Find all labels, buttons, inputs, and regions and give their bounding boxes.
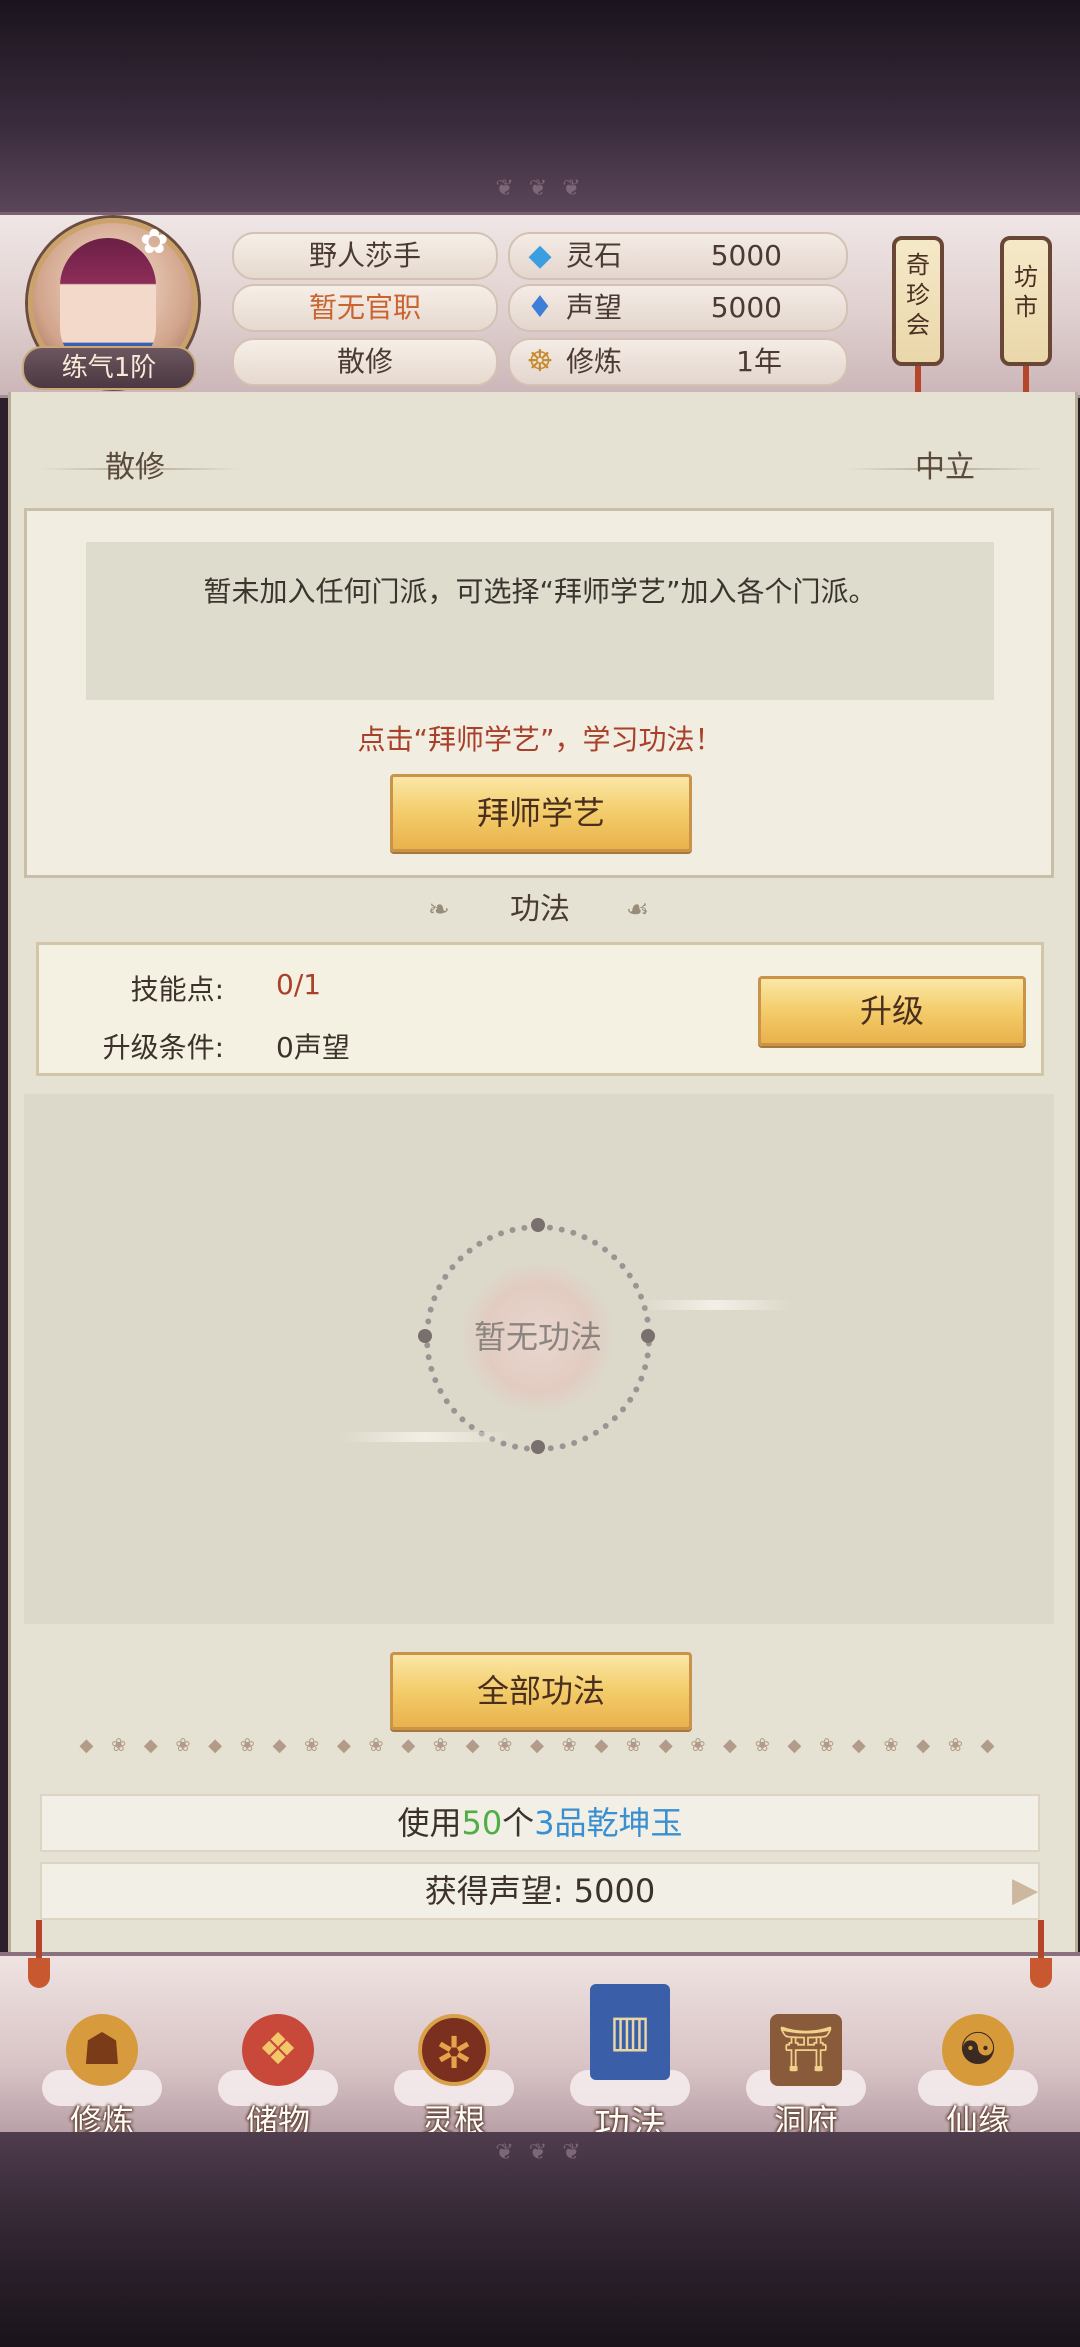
cloud-decoration (340, 1432, 510, 1442)
nav-fortune[interactable]: ☯ 仙缘 (908, 1970, 1048, 2150)
spirit-root-icon: ✲ (418, 2014, 490, 2086)
nav-cave[interactable]: ⛩ 洞府 (736, 1970, 876, 2150)
offer-item: 3品乾坤玉 (534, 1804, 683, 1842)
resource-spirit-stone: ◆ 灵石 5000 (508, 232, 848, 280)
upgrade-condition-label: 升级条件: (102, 1031, 224, 1064)
bottom-ornament: ❦ ❦ ❦ (495, 2140, 585, 2165)
reputation-icon: ♦ (526, 290, 554, 325)
offer-reward[interactable]: 获得声望: 5000 (40, 1862, 1040, 1920)
upgrade-condition-value: 0声望 (276, 1031, 350, 1064)
top-ornament: ❦ ❦ ❦ (495, 176, 585, 201)
resource-label: 声望 (566, 291, 623, 324)
faction-label: 散修 (232, 338, 498, 386)
spirit-stone-icon: ◆ (528, 238, 552, 273)
ring-dot (531, 1440, 545, 1454)
nav-skills[interactable]: ▥ 功法 (560, 1950, 700, 2146)
empty-skills-text: 暂无功法 (473, 1318, 602, 1356)
exchange-offer: 使用50个3品乾坤玉 (40, 1794, 1040, 1852)
market-button[interactable]: 坊 市 (1000, 236, 1052, 366)
next-arrow-icon[interactable]: ▶ (1012, 1870, 1038, 1910)
cultivation-icon: ☸ (526, 344, 554, 379)
rank-badge: 练气1阶 (22, 346, 196, 390)
ornament-divider: ◆ ❀ ◆ ❀ ◆ ❀ ◆ ❀ ◆ ❀ ◆ ❀ ◆ ❀ ◆ ❀ ◆ ❀ ◆ ❀ … (79, 1735, 1001, 1756)
sect-notice: 暂未加入任何门派，可选择“拜师学艺”加入各个门派。 (86, 542, 994, 700)
skill-points-label: 技能点: (130, 973, 224, 1006)
cloud-decoration (640, 1300, 790, 1310)
resource-label: 灵石 (566, 239, 623, 272)
nav-cultivate[interactable]: ☗ 修炼 (32, 1970, 172, 2150)
resource-label: 修炼 (566, 345, 623, 378)
qizhen-hall-button[interactable]: 奇 珍 会 (892, 236, 944, 366)
scroll-ornament-icon: ☙ (626, 895, 650, 925)
offer-measure: 个 (502, 1804, 535, 1842)
scripture-book-icon: ▥ (590, 1984, 670, 2080)
nav-spirit-root[interactable]: ✲ 灵根 (384, 1970, 524, 2150)
player-name: 野人莎手 (232, 232, 498, 280)
resource-cultivation: ☸ 修炼 1年 (508, 338, 848, 386)
offer-count: 50 (461, 1804, 503, 1842)
all-skills-button[interactable]: 全部功法 (390, 1652, 692, 1730)
section-title: 功法 (510, 892, 570, 927)
flower-icon: ✿ (140, 222, 169, 262)
gourd-icon: ☯ (942, 2014, 1014, 2086)
alignment-tag: 中立 (915, 450, 975, 485)
join-sect-button[interactable]: 拜师学艺 (390, 774, 692, 852)
treasure-bag-icon: ❖ (242, 2014, 314, 2086)
resource-value: 5000 (710, 239, 782, 272)
resource-reputation: ♦ 声望 5000 (508, 284, 848, 332)
resource-value: 1年 (736, 345, 782, 378)
hooded-cultivator-icon: ☗ (66, 2014, 138, 2086)
official-title: 暂无官职 (232, 284, 498, 332)
sect-hint: 点击“拜师学艺”，学习功法！ (357, 723, 723, 756)
tassel-icon (1038, 1920, 1044, 1960)
offer-prefix: 使用 (397, 1804, 462, 1842)
ring-dot (531, 1218, 545, 1232)
resource-value: 5000 (710, 291, 782, 324)
cave-mansion-icon: ⛩ (770, 2014, 842, 2086)
skill-points-value: 0/1 (276, 968, 322, 1001)
tassel-icon (36, 1920, 42, 1960)
nav-storage[interactable]: ❖ 储物 (208, 1970, 348, 2150)
upgrade-button[interactable]: 升级 (758, 976, 1026, 1046)
faction-tag: 散修 (105, 450, 165, 485)
